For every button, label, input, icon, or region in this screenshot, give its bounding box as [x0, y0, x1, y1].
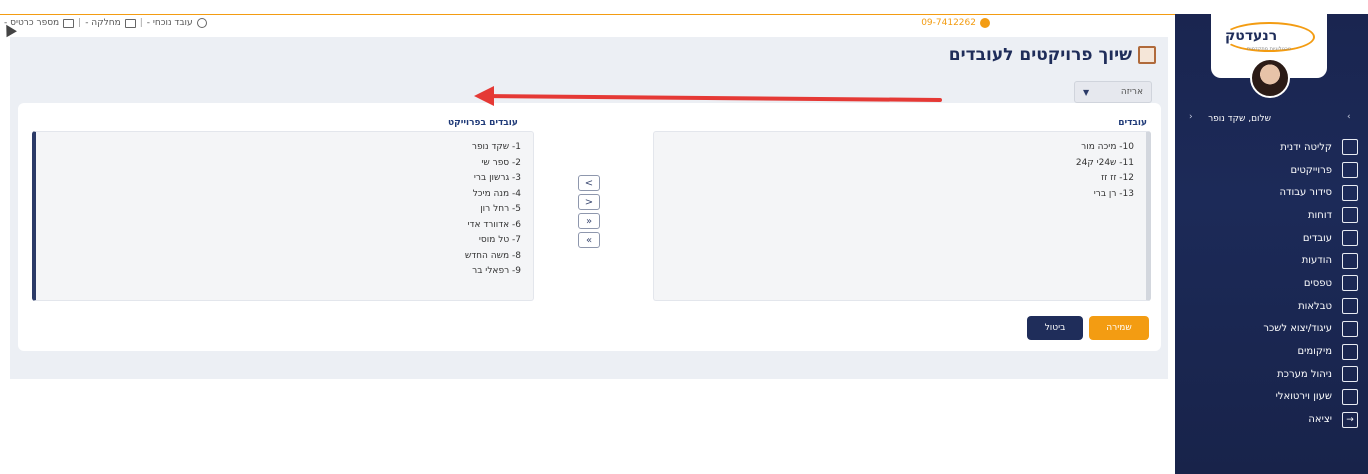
move-all-right-button[interactable]: »: [578, 213, 600, 229]
sidebar-item-projects[interactable]: פרוייקטים: [1175, 159, 1368, 182]
sidebar-item-label: טפסים: [1303, 277, 1332, 289]
move-all-left-button[interactable]: «: [578, 232, 600, 248]
move-buttons: < > » «: [578, 175, 600, 251]
chevron-right-icon: ‹: [1347, 112, 1351, 122]
divider: |: [78, 18, 82, 28]
employees-list-title: עובדים: [1118, 118, 1147, 128]
move-right-button[interactable]: >: [578, 194, 600, 210]
grid-icon: [1342, 298, 1358, 315]
list-item[interactable]: 13- רן ברי: [654, 189, 1134, 205]
chevron-left-icon: ›: [1189, 112, 1193, 122]
list-item[interactable]: 7- טל מוסי: [36, 235, 521, 251]
sidebar: רנעדטק טכנולוגיות מתקדמות › שלום, שקד נו…: [1175, 14, 1368, 474]
sidebar-item-label: דוחות: [1307, 209, 1332, 221]
sidebar-item-reports[interactable]: דוחות: [1175, 204, 1368, 227]
current-employee-label: עובד נוכחי -: [146, 18, 193, 28]
logo-text: רנעדטק: [1225, 28, 1278, 44]
save-button[interactable]: שמירה: [1089, 316, 1149, 340]
user-greeting: שלום, שקד נופר: [1208, 114, 1271, 124]
list-item[interactable]: 6- אדוורד אדי: [36, 220, 521, 236]
sidebar-item-label: יציאה: [1308, 414, 1332, 426]
page-title-text: שיוך פרויקטים לעובדים: [948, 45, 1132, 65]
project-employees-title: עובדים בפרוייקט: [448, 118, 518, 128]
list-item[interactable]: 11- ש24י ק24: [654, 158, 1134, 174]
list-item[interactable]: 9- רפאלי בר: [36, 266, 521, 282]
logo-subtext: טכנולוגיות מתקדמות: [1247, 46, 1291, 52]
department-icon: [124, 18, 136, 28]
sidebar-item-payroll-export[interactable]: עיגוד/יצוא לשכר: [1175, 318, 1368, 341]
sidebar-item-label: קליטה ידנית: [1280, 141, 1332, 153]
list-item[interactable]: 1- שקד נופר: [36, 142, 521, 158]
list-item[interactable]: 5- רחל רון: [36, 204, 521, 220]
sidebar-menu: קליטה ידנית פרוייקטים סידור עבודה דוחות …: [1175, 136, 1368, 431]
assignment-card: עובדים עובדים בפרוייקט 10- מיכה מור 11- …: [18, 103, 1161, 351]
calendar-icon: [1138, 46, 1156, 64]
arrow-shaft: [478, 94, 942, 102]
sidebar-item-manual-entry[interactable]: קליטה ידנית: [1175, 136, 1368, 159]
sidebar-item-label: עיגוד/יצוא לשכר: [1263, 323, 1332, 335]
clipboard-icon: [1342, 275, 1358, 292]
export-icon: [1342, 320, 1358, 337]
list-item[interactable]: 2- ספר שי: [36, 158, 521, 174]
annotation-arrow: [474, 86, 942, 106]
report-icon: [1342, 207, 1358, 224]
card-icon: [63, 18, 75, 28]
list-item[interactable]: 3- גרשון ברי: [36, 173, 521, 189]
sidebar-item-messages[interactable]: הודעות: [1175, 249, 1368, 272]
sidebar-item-label: שעון וירטואלי: [1275, 391, 1332, 403]
clock-icon: [1342, 388, 1358, 405]
project-select-value: אריזה: [1120, 87, 1143, 97]
list-item[interactable]: 8- משה החדש: [36, 251, 521, 267]
user-icon: [196, 18, 207, 28]
project-select[interactable]: אריזה ▼: [1074, 81, 1152, 103]
list-item[interactable]: 4- מנה מיכל: [36, 189, 521, 205]
list-item[interactable]: 12- זז זז: [654, 173, 1134, 189]
sidebar-item-label: סידור עבודה: [1279, 187, 1333, 199]
cancel-button[interactable]: ביטול: [1027, 316, 1083, 340]
current-info: עובד נוכחי - | מחלקה - | מספר כרטיס -: [4, 18, 207, 28]
sidebar-item-label: הודעות: [1301, 255, 1332, 267]
move-left-button[interactable]: <: [578, 175, 600, 191]
logout-icon: →: [1342, 411, 1358, 428]
sidebar-item-label: ניהול מערכת: [1277, 368, 1332, 380]
sidebar-item-locations[interactable]: מיקומים: [1175, 340, 1368, 363]
avatar[interactable]: [1250, 58, 1290, 98]
calendar-icon: [1342, 184, 1358, 201]
department-label: מחלקה -: [85, 18, 121, 28]
sidebar-item-forms[interactable]: טפסים: [1175, 272, 1368, 295]
sidebar-item-label: פרוייקטים: [1290, 164, 1332, 176]
sidebar-item-admin[interactable]: ניהול מערכת: [1175, 363, 1368, 386]
page-title: שיוך פרויקטים לעובדים: [949, 45, 1156, 65]
chevron-down-icon: ▼: [1083, 87, 1090, 97]
top-bar: עובד נוכחי - | מחלקה - | מספר כרטיס - 09…: [0, 14, 1175, 36]
message-icon: [1342, 252, 1358, 269]
admin-icon: [1342, 366, 1358, 383]
phone-number[interactable]: 09-7412262: [921, 18, 990, 28]
sidebar-item-label: עובדים: [1302, 232, 1332, 244]
sidebar-item-virtual-clock[interactable]: שעון וירטואלי: [1175, 386, 1368, 409]
id-card-icon: [1342, 139, 1358, 156]
sidebar-item-tables[interactable]: טבלאות: [1175, 295, 1368, 318]
sidebar-item-logout[interactable]: → יציאה: [1175, 408, 1368, 431]
users-icon: [1342, 230, 1358, 247]
sidebar-item-label: מיקומים: [1297, 346, 1332, 358]
arrow-head: [474, 86, 494, 106]
phone-icon: [980, 18, 990, 28]
project-employees-listbox[interactable]: 1- שקד נופר 2- ספר שי 3- גרשון ברי 4- מנ…: [32, 131, 534, 301]
phone-text: 09-7412262: [921, 18, 976, 28]
sidebar-item-label: טבלאות: [1298, 300, 1332, 312]
employees-listbox[interactable]: 10- מיכה מור 11- ש24י ק24 12- זז זז 13- …: [653, 131, 1151, 301]
list-item[interactable]: 10- מיכה מור: [654, 142, 1134, 158]
edit-icon: [1342, 162, 1358, 179]
sidebar-item-employees[interactable]: עובדים: [1175, 227, 1368, 250]
divider: |: [139, 18, 143, 28]
location-icon: [1342, 343, 1358, 360]
sidebar-item-schedule[interactable]: סידור עבודה: [1175, 181, 1368, 204]
